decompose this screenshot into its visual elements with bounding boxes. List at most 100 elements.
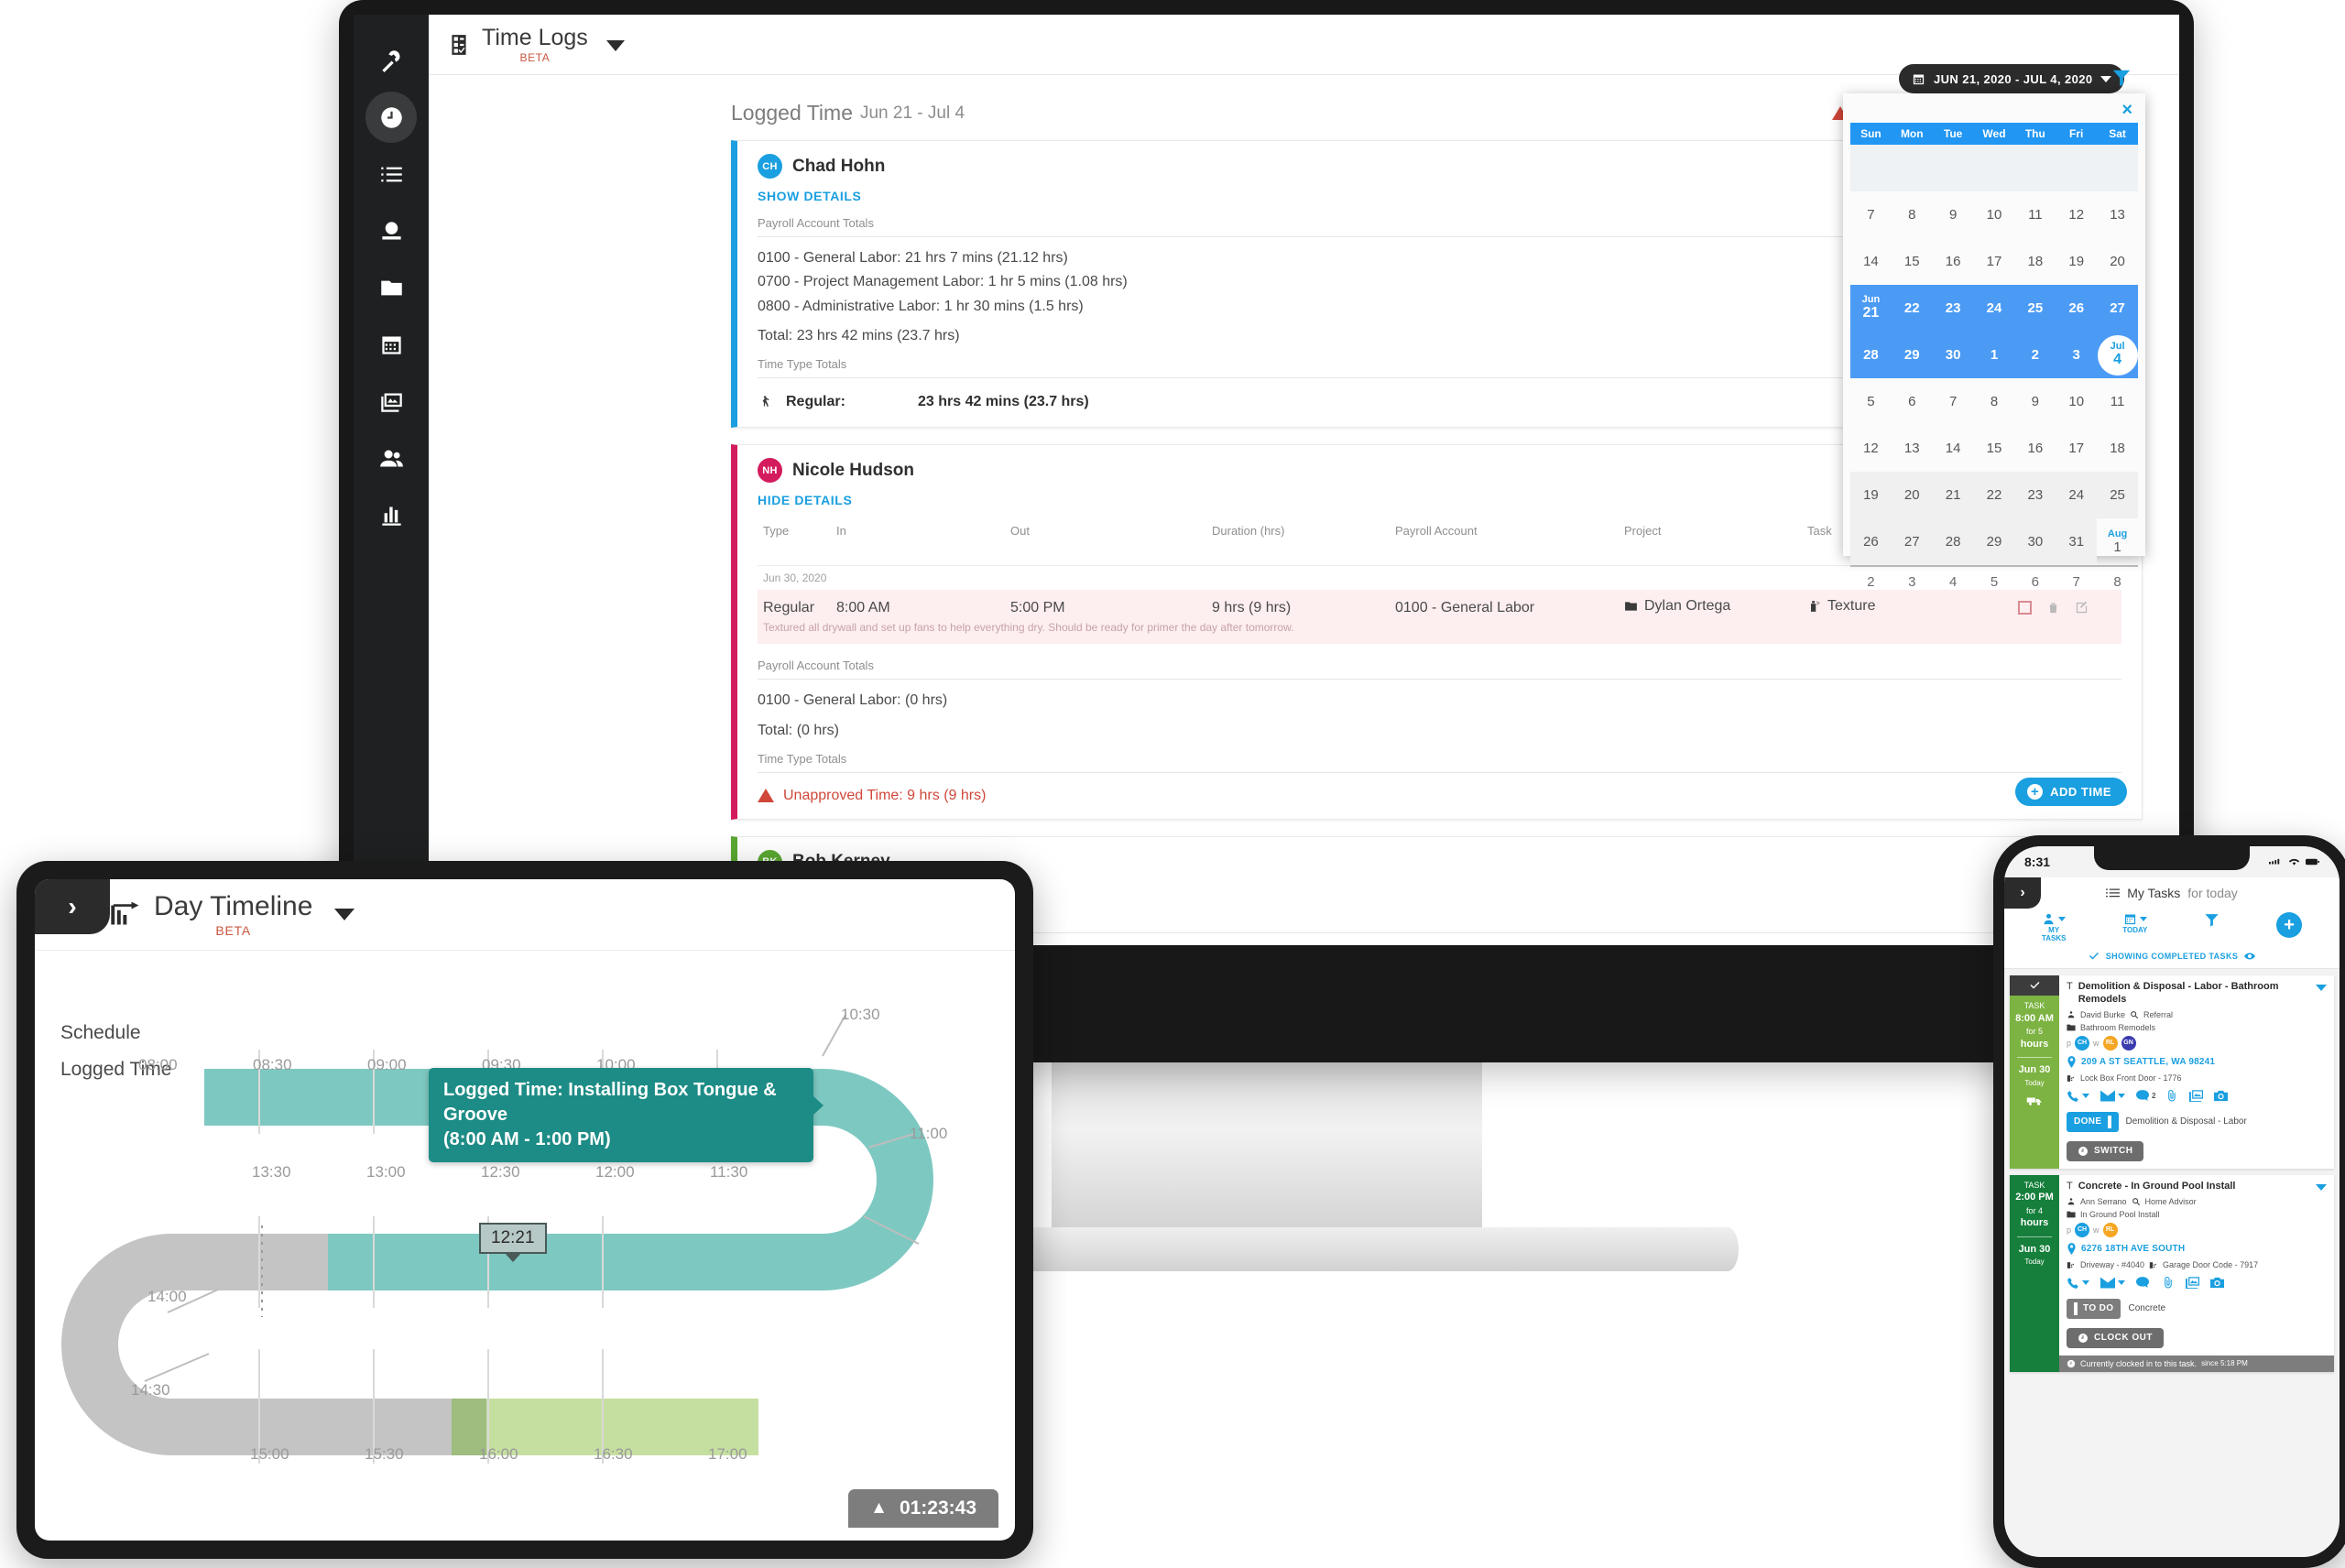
calendar-day[interactable]: 8 [2097, 565, 2138, 596]
chevron-down-icon[interactable] [2316, 985, 2327, 992]
sidebar-item-people[interactable] [365, 432, 417, 484]
calendar-day[interactable]: 5 [1850, 378, 1892, 425]
calendar-day[interactable]: 26 [2056, 285, 2098, 332]
filter-button[interactable] [2111, 68, 2132, 93]
calendar-day[interactable]: 13 [1892, 425, 1933, 472]
my-tasks-filter[interactable]: MY TASKS [2042, 912, 2066, 942]
calendar-day[interactable]: 12 [2056, 191, 2097, 238]
calendar-day[interactable]: 18 [2097, 425, 2138, 472]
sidebar-item-hammer[interactable] [365, 35, 417, 86]
calendar-day[interactable]: 27 [2097, 285, 2138, 332]
calendar-day[interactable]: 24 [1973, 285, 2015, 332]
calendar-day[interactable]: 2 [2014, 332, 2056, 378]
calendar-day[interactable]: 26 [1850, 518, 1892, 565]
calendar-day[interactable]: 23 [2014, 472, 2056, 518]
calendar-day[interactable]: 8 [1892, 191, 1933, 238]
chevron-down-icon[interactable] [2316, 1183, 2327, 1191]
calendar-day[interactable]: 1 [1973, 332, 2015, 378]
gallery-icon[interactable] [2186, 1277, 2199, 1290]
calendar-day[interactable]: 9 [1933, 191, 1974, 238]
edit-icon[interactable] [2075, 601, 2089, 615]
task-address[interactable]: 209 A ST SEATTLE, WA 98241 [2067, 1056, 2327, 1069]
status-badge-done[interactable]: DONE [2067, 1111, 2119, 1132]
attachment-icon[interactable] [2166, 1090, 2178, 1102]
calendar-day[interactable]: 11 [2014, 191, 2056, 238]
calendar-day[interactable]: 19 [1850, 472, 1892, 518]
status-badge-todo[interactable]: TO DO [2067, 1298, 2121, 1319]
checkbox-approve[interactable] [2018, 601, 2032, 615]
calendar-day[interactable]: 6 [1892, 378, 1933, 425]
chevron-down-icon[interactable] [334, 909, 355, 920]
calendar-day[interactable]: 29 [1891, 332, 1933, 378]
calendar-day[interactable]: 11 [2097, 378, 2138, 425]
email-action[interactable] [2100, 1277, 2125, 1289]
chevron-down-icon[interactable] [605, 39, 625, 51]
calendar-day[interactable]: 20 [1891, 472, 1933, 518]
date-range-calendar[interactable]: × Sun Mon Tue Wed Thu Fri Sat 7 8 9 10 11 12 13 14 15 16… [1843, 93, 2145, 590]
clock-out-button[interactable]: CLOCK OUT [2067, 1327, 2164, 1348]
camera-icon[interactable] [2214, 1090, 2229, 1102]
call-action[interactable] [2067, 1277, 2089, 1290]
comment-action[interactable] [2136, 1277, 2152, 1289]
calendar-day[interactable]: 15 [1892, 238, 1933, 285]
calendar-day[interactable]: 22 [1891, 285, 1933, 332]
date-range-picker-button[interactable]: JUN 21, 2020 - JUL 4, 2020 [1899, 64, 2125, 93]
sidebar-item-folder-share[interactable] [365, 262, 417, 313]
switch-button[interactable]: SWITCH [2067, 1140, 2144, 1161]
calendar-day[interactable]: 5 [1973, 565, 2015, 596]
add-task-button[interactable]: + [2276, 912, 2303, 938]
task-card-demolition[interactable]: TASK 8:00 AM for 5 hours Jun 30 Today T … [2010, 975, 2334, 1169]
task-address[interactable]: 6276 18TH AVE SOUTH [2067, 1242, 2327, 1256]
calendar-day[interactable]: 7 [1850, 191, 1892, 238]
calendar-day[interactable]: 19 [2056, 238, 2097, 285]
calendar-day[interactable]: 14 [1933, 425, 1974, 472]
calendar-day[interactable]: 25 [2097, 472, 2138, 518]
sidebar-item-clock[interactable] [365, 92, 417, 143]
calendar-day[interactable]: 28 [1932, 518, 1974, 565]
calendar-day[interactable]: 18 [2014, 238, 2056, 285]
calendar-day[interactable]: 8 [1974, 378, 2015, 425]
calendar-day[interactable]: 30 [1932, 332, 1974, 378]
calendar-day[interactable]: 13 [2097, 191, 2138, 238]
calendar-day[interactable]: 12 [1850, 425, 1892, 472]
drawer-toggle[interactable]: › [35, 879, 110, 934]
call-action[interactable] [2067, 1090, 2089, 1103]
task-card-concrete[interactable]: TASK 2:00 PM for 4 hours Jun 30 Today T … [2010, 1174, 2334, 1372]
calendar-day[interactable]: 24 [2056, 472, 2098, 518]
camera-icon[interactable] [2210, 1277, 2224, 1289]
calendar-day[interactable]: 2 [1850, 565, 1892, 596]
calendar-day[interactable]: 22 [1973, 472, 2015, 518]
sidebar-item-money[interactable] [365, 205, 417, 256]
calendar-day[interactable]: 7 [2056, 565, 2098, 596]
comment-action[interactable]: 2 [2136, 1090, 2155, 1102]
hide-details-link[interactable]: HIDE DETAILS [758, 493, 852, 507]
calendar-day[interactable]: 27 [1891, 518, 1933, 565]
calendar-day[interactable]: 6 [2014, 565, 2056, 596]
calendar-day[interactable]: 29 [1973, 518, 2015, 565]
calendar-day[interactable]: Jul 4 [2097, 332, 2138, 378]
calendar-day[interactable]: 3 [2056, 332, 2098, 378]
phone-filter-button[interactable] [2204, 912, 2220, 928]
close-icon[interactable]: × [1850, 99, 2138, 123]
calendar-day[interactable]: 15 [1974, 425, 2015, 472]
calendar-day[interactable]: 10 [2056, 378, 2097, 425]
timeline-canvas[interactable]: Schedule Logged Time 08:00 08:30 09:00 0… [35, 951, 1015, 1541]
running-timer[interactable]: ▲ 01:23:43 [848, 1489, 998, 1528]
sidebar-item-reports[interactable] [365, 489, 417, 540]
calendar-day[interactable]: 16 [1933, 238, 1974, 285]
showing-completed-toggle[interactable]: SHOWING COMPLETED TASKS [2004, 948, 2340, 970]
calendar-day[interactable]: 21 [1932, 472, 1974, 518]
delete-icon[interactable] [2046, 601, 2060, 615]
calendar-day[interactable]: 17 [1974, 238, 2015, 285]
calendar-day[interactable]: 16 [2014, 425, 2056, 472]
calendar-day[interactable]: 10 [1974, 191, 2015, 238]
email-action[interactable] [2100, 1090, 2125, 1102]
calendar-day[interactable]: 7 [1933, 378, 1974, 425]
sidebar-item-checklist[interactable] [365, 148, 417, 200]
show-details-link[interactable]: SHOW DETAILS [758, 189, 862, 203]
calendar-day[interactable]: 31 [2056, 518, 2098, 565]
sidebar-item-photos[interactable] [365, 376, 417, 427]
calendar-day[interactable]: 14 [1850, 238, 1892, 285]
calendar-day[interactable]: 20 [2097, 238, 2138, 285]
calendar-day[interactable]: 17 [2056, 425, 2097, 472]
